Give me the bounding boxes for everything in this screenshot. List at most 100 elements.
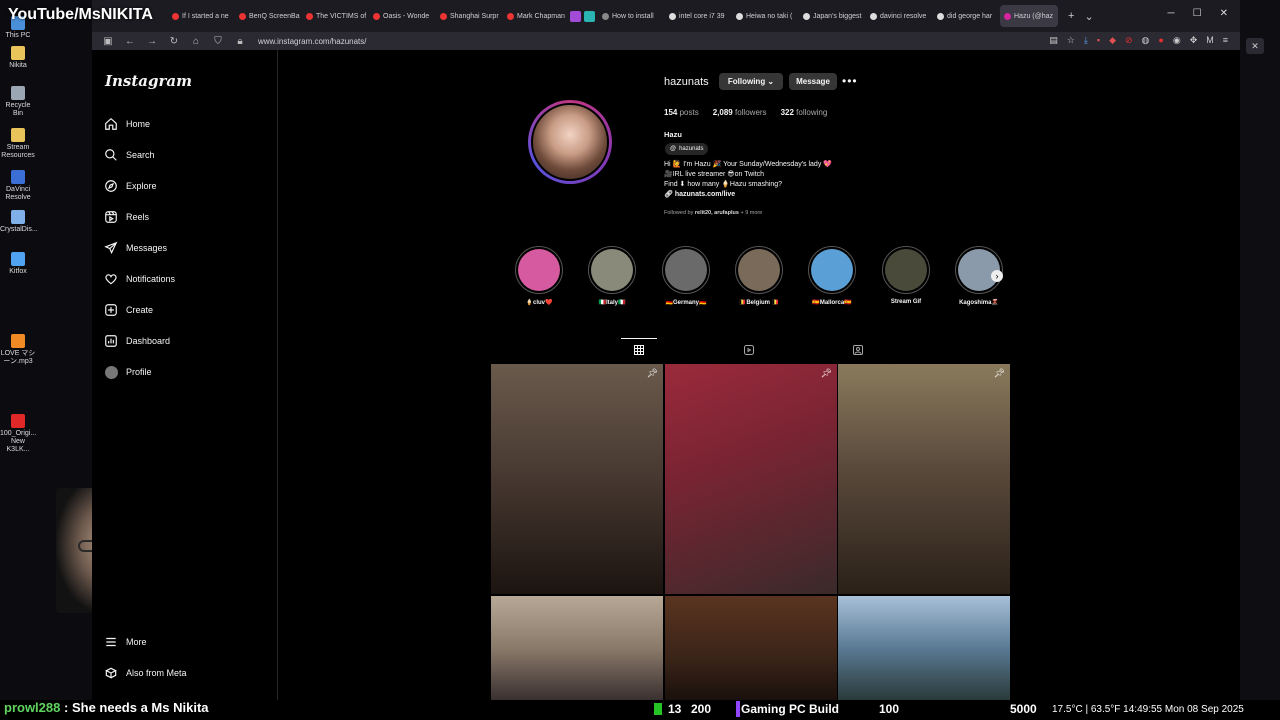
tab-tagged-icon[interactable]	[852, 344, 864, 356]
post-thumbnail[interactable]: 📌︎	[665, 364, 837, 594]
reels-icon	[104, 210, 118, 224]
instagram-logo[interactable]: Instagram	[105, 72, 192, 90]
nav-messages[interactable]: Messages	[104, 238, 167, 258]
forward-icon[interactable]: →	[146, 36, 158, 47]
site-favicon-icon	[602, 12, 609, 20]
bio-link[interactable]: 🔗︎ hazunats.com/live	[664, 190, 832, 200]
back-icon[interactable]: ←	[124, 36, 136, 47]
menu-icon[interactable]: ≡	[1223, 35, 1228, 46]
url-bar[interactable]: www.instagram.com/hazunats/	[258, 37, 367, 46]
nav-dashboard[interactable]: Dashboard	[104, 331, 170, 351]
new-tab-icon[interactable]: +	[1068, 10, 1074, 22]
minimize-icon[interactable]: ─	[1168, 8, 1175, 19]
tab-reels-icon[interactable]	[743, 344, 755, 356]
browser-tab[interactable]: Japan's biggest	[799, 5, 866, 27]
browser-tab[interactable]: davinci resolve	[866, 5, 933, 27]
highlights-next-chevron-icon[interactable]: ›	[991, 270, 1003, 282]
desktop-icon-kitfox[interactable]: Kitfox	[0, 252, 36, 276]
close-window-icon[interactable]: ✕	[1220, 8, 1228, 19]
nav-create[interactable]: Create	[104, 300, 153, 320]
nav-more[interactable]: More	[104, 632, 147, 652]
following-stat[interactable]: 322 following	[781, 108, 828, 117]
highlight-cover	[808, 246, 856, 294]
desktop-icon-nikita[interactable]: Nikita	[0, 46, 36, 70]
heart-icon	[104, 272, 118, 286]
post-thumbnail[interactable]: 📌︎	[491, 364, 663, 594]
browser-tab[interactable]: Oasis - Wonde	[369, 5, 436, 27]
followers-stat[interactable]: 2,089 followers	[713, 108, 767, 117]
counter-a: 13	[668, 702, 682, 716]
profile-avatar-ring[interactable]	[528, 100, 612, 184]
bookmark-star-icon[interactable]: ☆	[1067, 35, 1075, 46]
profile-avatar	[104, 365, 118, 379]
threads-badge[interactable]: @ hazunats	[665, 143, 709, 155]
extension-icon[interactable]: ◉	[1173, 35, 1181, 46]
maximize-icon[interactable]: ☐	[1193, 8, 1202, 19]
browser-tab[interactable]: Mark Chapman	[503, 5, 570, 27]
desktop-icon-davinci[interactable]: DaVinci Resolve	[0, 170, 36, 202]
extension-icon[interactable]: ▪	[1097, 35, 1100, 46]
desktop-icon-crystaldisk[interactable]: CrystalDis...	[0, 210, 38, 234]
browser-tab[interactable]: did george har	[933, 5, 1000, 27]
active-tab-indicator	[621, 338, 657, 339]
extensions-puzzle-icon[interactable]: ✥	[1190, 35, 1198, 46]
browser-tab[interactable]: intel core i7 39	[665, 5, 732, 27]
browser-tab-active[interactable]: Hazu (@haz✕	[1000, 5, 1058, 27]
tab-posts-grid-icon[interactable]	[633, 344, 645, 356]
youtube-favicon-icon	[306, 12, 313, 20]
home-icon[interactable]: ⌂	[190, 36, 202, 47]
post-thumbnail[interactable]: 📌︎	[838, 364, 1010, 594]
story-highlight[interactable]: Stream Gif	[881, 246, 931, 305]
profile-avatar-icon	[104, 365, 118, 379]
following-button[interactable]: Following ⌄	[719, 73, 783, 90]
browser-tab[interactable]: BenQ ScreenBa	[235, 5, 302, 27]
followed-by[interactable]: Followed by relit20, arufaplus + 9 more	[664, 210, 762, 216]
post-thumbnail[interactable]	[665, 596, 837, 700]
browser-tab[interactable]: Shanghai Surpr	[436, 5, 503, 27]
nav-home[interactable]: Home	[104, 114, 150, 134]
story-highlight[interactable]: 🇧🇪Belgium 🇧🇪	[734, 246, 784, 306]
nav-notifications[interactable]: Notifications	[104, 269, 175, 289]
nav-profile[interactable]: Profile	[104, 362, 152, 382]
story-highlight[interactable]: 🇩🇪Germany🇩🇪	[661, 246, 711, 306]
nav-explore[interactable]: Explore	[104, 176, 157, 196]
desktop-icon-100-original[interactable]: 100_Origi... New K3LK...	[0, 414, 36, 454]
extension-icon[interactable]: ◍	[1142, 35, 1150, 46]
google-favicon-icon	[870, 12, 877, 20]
dashboard-icon	[104, 334, 118, 348]
browser-tab[interactable]: Heiwa no taki (	[732, 5, 799, 27]
google-favicon-icon	[669, 12, 676, 20]
desktop-icon-love-machine[interactable]: LOVE マシーン.mp3	[0, 334, 36, 366]
story-highlight[interactable]: 🇮🇹Italy🇮🇹	[587, 246, 637, 306]
extension-icon[interactable]: ●	[1158, 35, 1163, 46]
post-thumbnail[interactable]	[838, 596, 1010, 700]
nav-reels[interactable]: Reels	[104, 207, 149, 227]
post-thumbnail[interactable]	[491, 596, 663, 700]
reload-icon[interactable]: ↻	[168, 36, 180, 47]
vlc-icon	[11, 334, 25, 348]
nav-also-from-meta[interactable]: Also from Meta	[104, 663, 187, 683]
extension-icon[interactable]: ◆	[1109, 35, 1116, 46]
download-icon[interactable]: ⤓	[1084, 35, 1088, 46]
message-button[interactable]: Message	[789, 73, 837, 90]
story-highlight[interactable]: 🇪🇸Mallorca🇪🇸	[807, 246, 857, 306]
account-icon[interactable]: M	[1206, 35, 1214, 46]
reader-view-icon[interactable]: ▤	[1049, 35, 1058, 46]
browser-tab[interactable]: The VICTIMS of	[302, 5, 369, 27]
nav-search[interactable]: Search	[104, 145, 155, 165]
extension-icon[interactable]: ⊘	[1125, 35, 1133, 46]
desktop-icon-stream-resources[interactable]: Stream Resources	[0, 128, 36, 160]
sidebar-toggle-icon[interactable]: ▣	[102, 36, 114, 47]
browser-tab-pinned[interactable]	[570, 5, 584, 27]
desktop-icon-recycle-bin[interactable]: Recycle Bin	[0, 86, 36, 118]
browser-tab[interactable]: If I started a ne	[168, 5, 235, 27]
close-icon[interactable]: ✕	[1246, 38, 1264, 54]
more-options-icon[interactable]: •••	[842, 74, 858, 88]
pin-icon: 📌︎	[646, 368, 658, 378]
browser-tab-pinned[interactable]	[584, 5, 598, 27]
browser-tab[interactable]: How to install	[598, 5, 665, 27]
tab-list-chevron-icon[interactable]: ⌄	[1084, 10, 1093, 23]
weather-clock: 17.5°C | 63.5°F 14:49:55 Mon 08 Sep 2025	[1052, 704, 1244, 715]
story-highlight[interactable]: 🍦cluv❤️	[514, 246, 564, 306]
shield-icon[interactable]: ⛉	[212, 36, 224, 47]
